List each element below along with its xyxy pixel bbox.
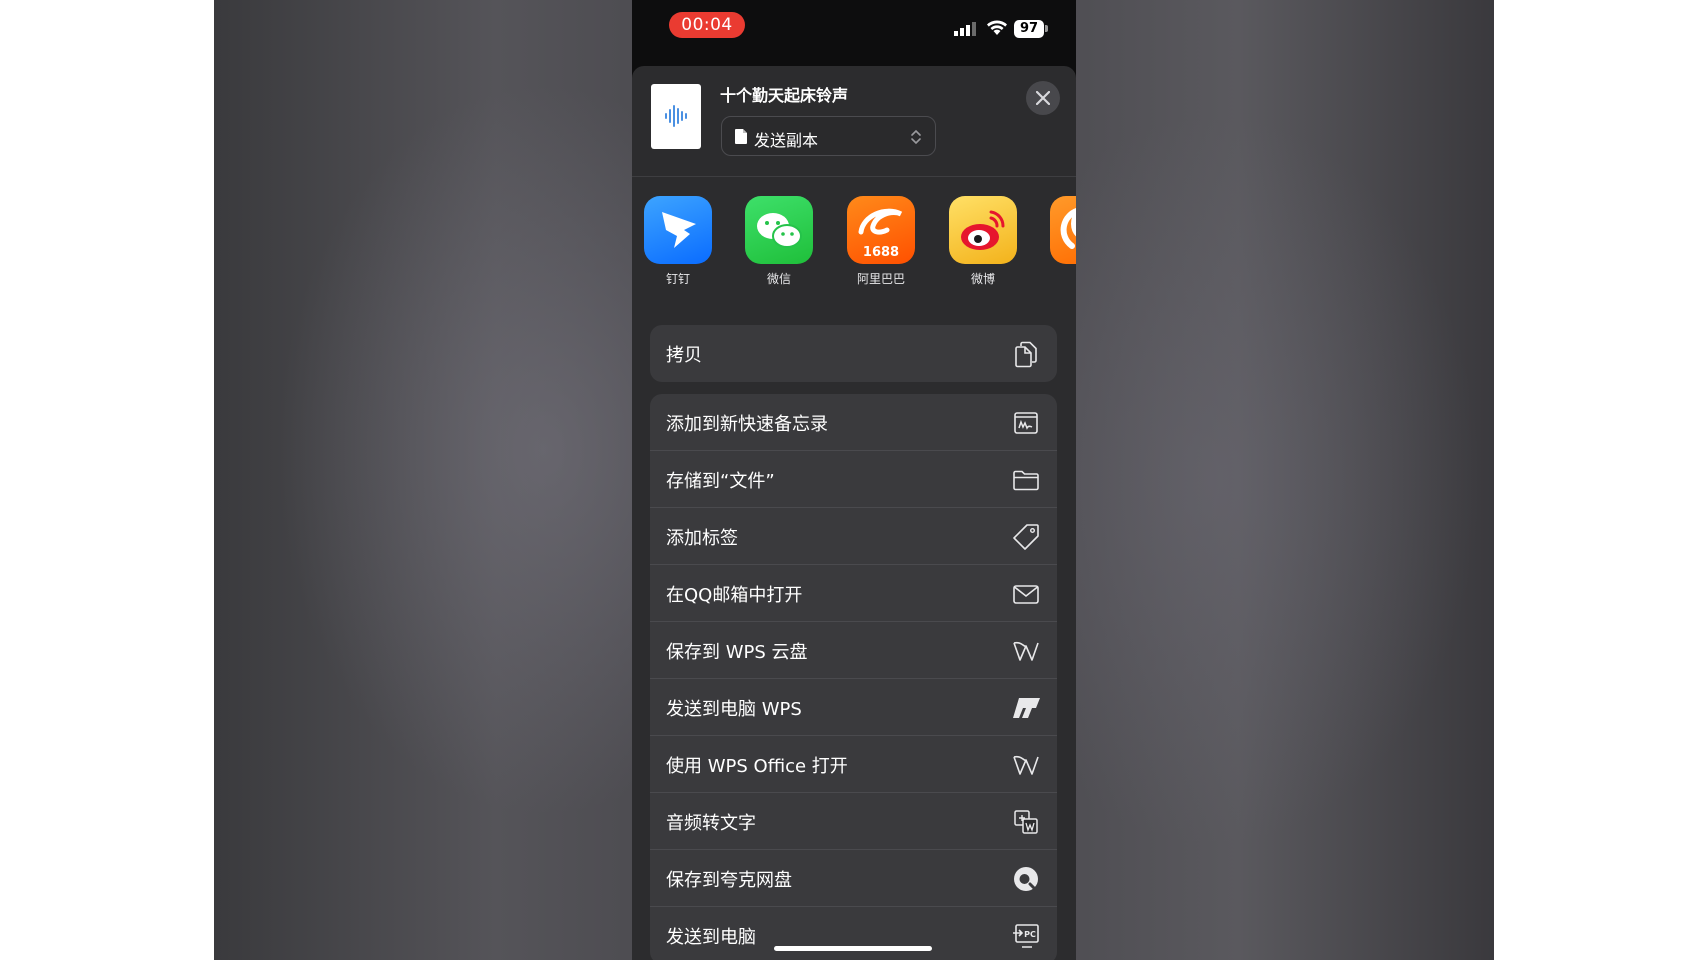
svg-text:PC: PC <box>1024 930 1036 939</box>
status-bar: 00:04 97 <box>632 0 1076 60</box>
app-wechat[interactable]: 微信 <box>745 196 815 286</box>
action-label: 保存到 WPS 云盘 <box>666 642 808 663</box>
wechat-icon <box>745 196 813 264</box>
chevron-up-down-icon <box>911 129 921 145</box>
action-label: 使用 WPS Office 打开 <box>666 756 848 777</box>
dingtalk-icon <box>644 196 712 264</box>
send-copy-select[interactable]: 发送副本 <box>721 116 936 156</box>
cellular-signal-icon <box>954 22 976 36</box>
mail-icon <box>1013 585 1039 604</box>
action-add-tag[interactable]: 添加标签 <box>650 508 1057 565</box>
copy-group: 拷贝 <box>650 325 1057 382</box>
app-dingtalk[interactable]: 钉钉 <box>644 196 714 286</box>
action-save-to-wps-cloud[interactable]: 保存到 WPS 云盘 <box>650 622 1057 679</box>
app-label: 钉钉 <box>665 272 690 286</box>
send-option-label: 发送副本 <box>754 131 819 150</box>
wifi-icon <box>987 20 1007 35</box>
copy-icon <box>1015 341 1037 368</box>
action-open-in-qq-mail[interactable]: 在QQ邮箱中打开 <box>650 565 1057 622</box>
app-weibo[interactable]: 微博 <box>949 196 1019 286</box>
action-quick-note[interactable]: 添加到新快速备忘录 <box>650 394 1057 451</box>
uc-browser-icon <box>1050 196 1076 264</box>
action-audio-to-text[interactable]: 音频转文字 <box>650 793 1057 850</box>
document-icon <box>735 129 747 144</box>
close-icon <box>1036 91 1050 105</box>
battery-level: 97 <box>1014 20 1044 38</box>
waveform-icon <box>665 105 687 127</box>
audio-to-text-icon <box>1014 810 1038 834</box>
app-label: 阿里巴巴 <box>856 272 905 286</box>
action-label: 在QQ邮箱中打开 <box>666 585 803 606</box>
action-label: 拷贝 <box>666 345 702 366</box>
app-alibaba[interactable]: 1688 阿里巴巴 <box>847 196 917 286</box>
app-share-row: 钉钉 微信 1688 阿里巴巴 微博 <box>632 196 1076 296</box>
status-time[interactable]: 00:04 <box>669 12 745 38</box>
action-open-with-wps-office[interactable]: 使用 WPS Office 打开 <box>650 736 1057 793</box>
action-label: 发送到电脑 WPS <box>666 699 802 720</box>
header-divider <box>632 176 1076 177</box>
send-to-pc-icon: PC <box>1013 924 1039 948</box>
tag-icon <box>1013 524 1039 550</box>
action-label: 存储到“文件” <box>666 471 775 492</box>
quick-note-icon <box>1014 412 1038 434</box>
app-uc[interactable]: UC <box>1050 196 1076 286</box>
home-indicator[interactable] <box>774 946 932 951</box>
alibaba-badge: 1688 <box>863 245 899 260</box>
action-send-to-pc-wps[interactable]: 发送到电脑 WPS <box>650 679 1057 736</box>
weibo-icon <box>949 196 1017 264</box>
battery-nub <box>1045 25 1048 32</box>
close-button[interactable] <box>1026 81 1060 115</box>
alibaba-1688-icon: 1688 <box>847 196 915 264</box>
file-title: 十个勤天起床铃声 <box>720 86 849 105</box>
actions-group: 添加到新快速备忘录 存储到“文件” 添加标签 在QQ邮箱中打开 保存到 WPS … <box>650 394 1057 960</box>
action-save-to-quark[interactable]: 保存到夸克网盘 <box>650 850 1057 907</box>
app-label: 微信 <box>766 272 791 286</box>
app-label: 微博 <box>970 272 995 286</box>
wps-pc-icon <box>1013 698 1040 718</box>
action-copy[interactable]: 拷贝 <box>650 325 1057 382</box>
action-label: 添加到新快速备忘录 <box>666 414 828 435</box>
action-label: 保存到夸克网盘 <box>666 870 792 891</box>
phone-screen: 00:04 97 十个勤天起床铃声 发送副本 钉钉 微信 1688 阿里巴巴 微… <box>632 0 1076 960</box>
quark-icon <box>1014 867 1038 891</box>
action-send-to-pc[interactable]: 发送到电脑 PC <box>650 907 1057 960</box>
audio-file-thumbnail <box>651 84 701 149</box>
action-label: 音频转文字 <box>666 813 756 834</box>
app-label: UC <box>1050 270 1076 284</box>
action-label: 添加标签 <box>666 528 738 549</box>
action-label: 发送到电脑 <box>666 927 756 948</box>
share-sheet: 十个勤天起床铃声 发送副本 钉钉 微信 1688 阿里巴巴 微博 拷贝 添加到新… <box>632 66 1076 960</box>
wps-office-icon <box>1013 755 1039 775</box>
wps-icon <box>1013 641 1039 661</box>
folder-icon <box>1013 470 1039 491</box>
action-save-to-files[interactable]: 存储到“文件” <box>650 451 1057 508</box>
